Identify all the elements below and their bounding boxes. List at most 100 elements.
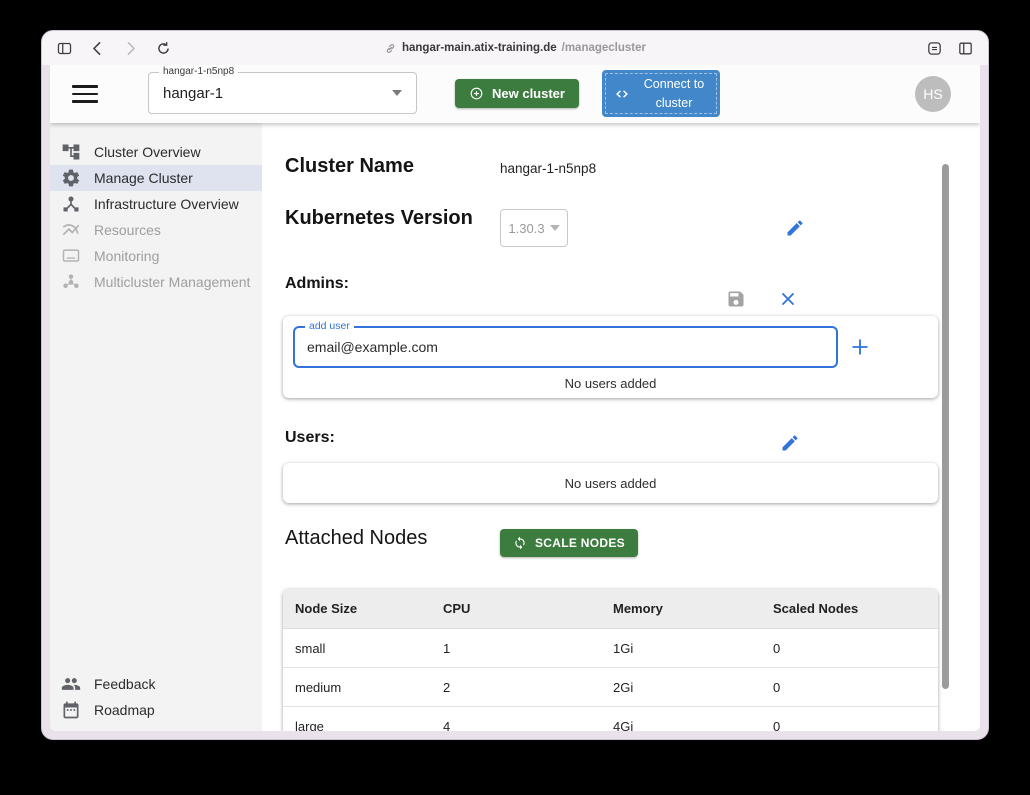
- plus-circle-icon: [469, 86, 484, 101]
- menu-icon[interactable]: [72, 85, 98, 103]
- device-hub-icon: [61, 194, 81, 214]
- browser-nav-group: [56, 40, 172, 57]
- close-admins-edit-button[interactable]: [778, 289, 798, 309]
- users-card: No users added: [283, 463, 938, 503]
- address-bar[interactable]: hangar-main.atix-training.de/manageclust…: [42, 31, 988, 65]
- nodes-table: Node Size CPU Memory Scaled Nodes small …: [283, 589, 938, 731]
- calendar-icon: [61, 700, 81, 720]
- sidebar-item-monitoring: Monitoring: [50, 243, 262, 269]
- sidebar: Cluster Overview Manage Cluster Infrastr…: [50, 123, 262, 731]
- add-user-button[interactable]: [849, 336, 871, 358]
- table-cell: 0: [773, 719, 938, 732]
- table-cell: 4: [443, 719, 613, 732]
- sidebar-item-cluster-overview[interactable]: Cluster Overview: [50, 139, 262, 165]
- group-icon: [61, 674, 81, 694]
- sidebar-spacer: [50, 295, 262, 671]
- sidebar-item-manage-cluster[interactable]: Manage Cluster: [50, 165, 262, 191]
- table-cell: 2Gi: [613, 680, 773, 695]
- sidebar-item-label: Resources: [94, 222, 161, 238]
- table-cell: medium: [283, 680, 443, 695]
- sidebar-item-label: Monitoring: [94, 248, 159, 264]
- sidebar-item-label: Infrastructure Overview: [94, 196, 239, 212]
- table-cell: small: [283, 641, 443, 656]
- cluster-name-heading: Cluster Name: [285, 155, 414, 178]
- attached-nodes-heading: Attached Nodes: [285, 527, 427, 550]
- url-host: hangar-main.atix-training.de: [402, 42, 557, 54]
- url-path: /managecluster: [562, 42, 646, 54]
- sidebar-footer: Feedback Roadmap: [50, 671, 262, 731]
- new-cluster-button[interactable]: New cluster: [455, 79, 579, 108]
- sidebar-item-resources: Resources: [50, 217, 262, 243]
- cluster-selector-label: hangar-1-n5np8: [159, 66, 238, 77]
- gear-icon: [61, 168, 81, 188]
- cluster-selector-value: hangar-1: [163, 85, 223, 102]
- column-header: Node Size: [283, 601, 443, 616]
- multiline-chart-icon: [61, 220, 81, 240]
- app-header: hangar-1-n5np8 hangar-1 New cluster Co: [50, 65, 980, 123]
- users-empty-text: No users added: [565, 476, 657, 491]
- scale-nodes-button[interactable]: SCALE NODES: [500, 529, 638, 557]
- code-icon: [614, 86, 630, 102]
- scrollbar-track[interactable]: [941, 123, 950, 731]
- add-user-input[interactable]: [295, 328, 836, 366]
- close-icon: [778, 289, 798, 309]
- chevron-down-icon: [550, 225, 560, 231]
- sidebar-item-label: Feedback: [94, 676, 155, 692]
- connect-label-line1: Connect to: [640, 75, 708, 93]
- browser-window: hangar-main.atix-training.de/manageclust…: [41, 30, 989, 740]
- table-row: small 1 1Gi 0: [283, 629, 938, 668]
- admins-heading: Admins:: [285, 275, 349, 293]
- table-cell: 0: [773, 641, 938, 656]
- page-settings-icon[interactable]: [926, 40, 943, 57]
- sidebar-item-multicluster-management: Multicluster Management: [50, 269, 262, 295]
- admins-empty-text: No users added: [283, 376, 938, 391]
- table-cell: 0: [773, 680, 938, 695]
- add-user-field[interactable]: add user: [293, 326, 838, 368]
- table-cell: 1: [443, 641, 613, 656]
- table-header-row: Node Size CPU Memory Scaled Nodes: [283, 589, 938, 629]
- new-cluster-label: New cluster: [492, 86, 565, 101]
- table-cell: 1Gi: [613, 641, 773, 656]
- table-row: large 4 4Gi 0: [283, 707, 938, 731]
- connect-label-line2: cluster: [640, 94, 708, 112]
- connect-to-cluster-button[interactable]: Connect to cluster: [602, 70, 720, 117]
- tab-overview-icon[interactable]: [957, 40, 974, 57]
- link-icon: [384, 42, 397, 55]
- app-content: hangar-1-n5np8 hangar-1 New cluster Co: [50, 65, 980, 731]
- edit-users-button[interactable]: [780, 433, 800, 453]
- reload-icon[interactable]: [155, 40, 172, 57]
- back-icon[interactable]: [89, 40, 106, 57]
- sync-icon: [513, 536, 527, 550]
- monitor-icon: [61, 246, 81, 266]
- table-cell: large: [283, 719, 443, 732]
- sidebar-toggle-icon[interactable]: [56, 40, 73, 57]
- scrollbar-thumb[interactable]: [942, 164, 949, 689]
- kubernetes-version-heading: Kubernetes Version: [285, 207, 473, 230]
- chevron-down-icon: [392, 90, 402, 96]
- browser-toolbar: hangar-main.atix-training.de/manageclust…: [42, 31, 988, 65]
- forward-icon: [122, 40, 139, 57]
- admins-card: add user No users added: [283, 316, 938, 398]
- browser-right-group: [926, 40, 974, 57]
- pencil-icon: [780, 433, 800, 453]
- column-header: Memory: [613, 601, 773, 616]
- account-tree-icon: [61, 142, 81, 162]
- avatar[interactable]: HS: [915, 76, 951, 112]
- pencil-icon: [785, 218, 805, 238]
- save-icon: [726, 289, 746, 309]
- sidebar-item-label: Multicluster Management: [94, 274, 250, 290]
- sidebar-item-infrastructure-overview[interactable]: Infrastructure Overview: [50, 191, 262, 217]
- plus-icon: [849, 336, 871, 358]
- kubernetes-version-select: 1.30.3: [500, 209, 568, 247]
- sidebar-item-feedback[interactable]: Feedback: [50, 671, 262, 697]
- save-admins-button[interactable]: [726, 289, 746, 309]
- kubernetes-version-value: 1.30.3: [508, 221, 544, 236]
- column-header: Scaled Nodes: [773, 601, 938, 616]
- main-content: Cluster Name hangar-1-n5np8 Kubernetes V…: [262, 123, 980, 731]
- cluster-selector[interactable]: hangar-1-n5np8 hangar-1: [148, 72, 417, 114]
- cluster-name-value: hangar-1-n5np8: [500, 161, 596, 176]
- scale-nodes-label: SCALE NODES: [535, 536, 625, 550]
- edit-version-button[interactable]: [785, 218, 805, 238]
- sidebar-item-roadmap[interactable]: Roadmap: [50, 697, 262, 723]
- users-heading: Users:: [285, 429, 335, 447]
